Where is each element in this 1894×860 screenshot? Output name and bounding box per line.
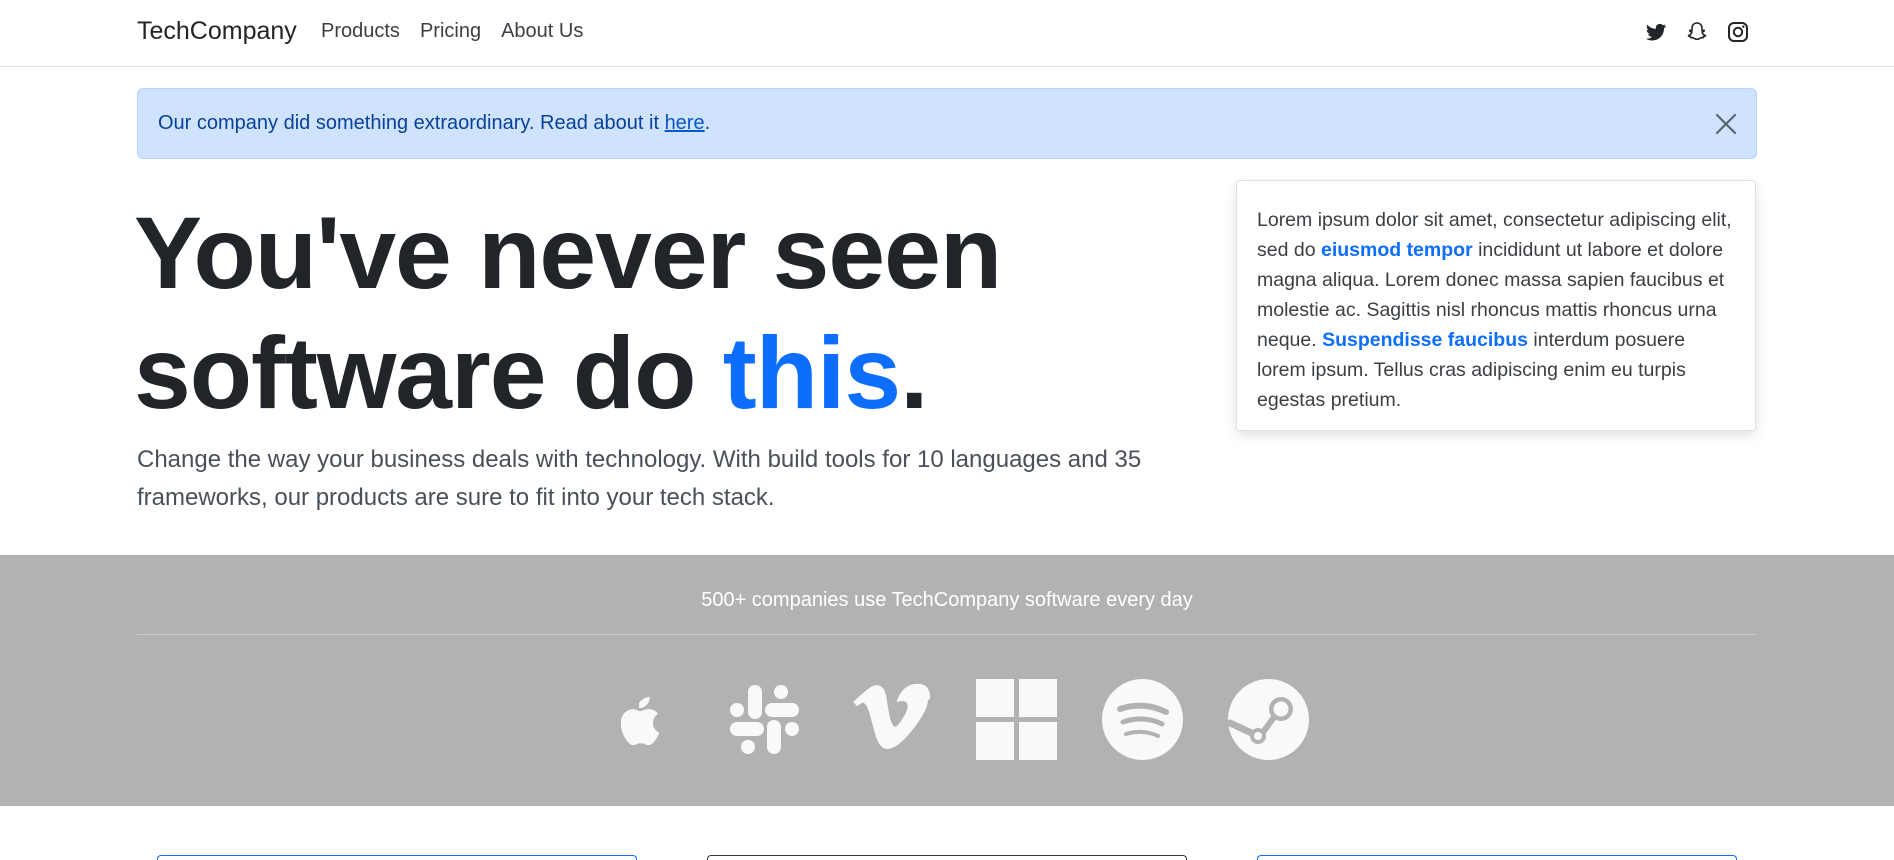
twitter-icon[interactable] (1644, 20, 1668, 44)
alert-link[interactable]: here (665, 112, 705, 134)
vimeo-icon (850, 679, 931, 760)
hero-title: You've never seen software do this. (134, 193, 1134, 433)
close-icon[interactable] (1714, 112, 1738, 136)
pricing-card (707, 855, 1187, 860)
card-highlight: eiusmod tempor (1320, 239, 1473, 261)
navbar: TechCompany Products Pricing About Us (0, 0, 1894, 67)
customers-band: 500+ companies use TechCompany software … (0, 555, 1894, 806)
social-links (1644, 20, 1750, 44)
hero-title-line1: You've never seen (134, 196, 1002, 310)
alert-message: Our company did something extraordinary.… (158, 112, 710, 135)
alert-period: . (704, 112, 711, 134)
windows-icon (976, 679, 1057, 760)
steam-icon (1228, 679, 1309, 760)
instagram-icon[interactable] (1726, 20, 1750, 44)
nav-links: Products Pricing About Us (321, 20, 603, 43)
hero-title-accent: this (722, 316, 901, 430)
divider (137, 634, 1757, 635)
apple-icon (598, 679, 679, 760)
pricing-card (157, 855, 637, 860)
customers-text: 500+ companies use TechCompany software … (701, 589, 1193, 611)
pricing-card (1257, 855, 1737, 860)
card-highlight: Suspendisse faucibus (1322, 329, 1528, 351)
spotify-icon (1102, 679, 1183, 760)
slack-icon (724, 679, 805, 760)
nav-link-products[interactable]: Products (321, 20, 400, 43)
customer-logos (598, 679, 1309, 760)
hero-lead: Change the way your business deals with … (137, 446, 1142, 511)
snapchat-icon[interactable] (1685, 20, 1709, 44)
info-card: Lorem ipsum dolor sit amet, consectetur … (1236, 180, 1756, 431)
alert-text: Our company did something extraordinary.… (158, 112, 665, 134)
announcement-alert: Our company did something extraordinary.… (137, 88, 1757, 159)
brand-logo[interactable]: TechCompany (137, 17, 297, 46)
hero-title-line2-start: software do (134, 316, 723, 430)
nav-link-about-us[interactable]: About Us (501, 20, 583, 43)
nav-link-pricing[interactable]: Pricing (420, 20, 481, 43)
hero-title-period: . (900, 316, 928, 430)
